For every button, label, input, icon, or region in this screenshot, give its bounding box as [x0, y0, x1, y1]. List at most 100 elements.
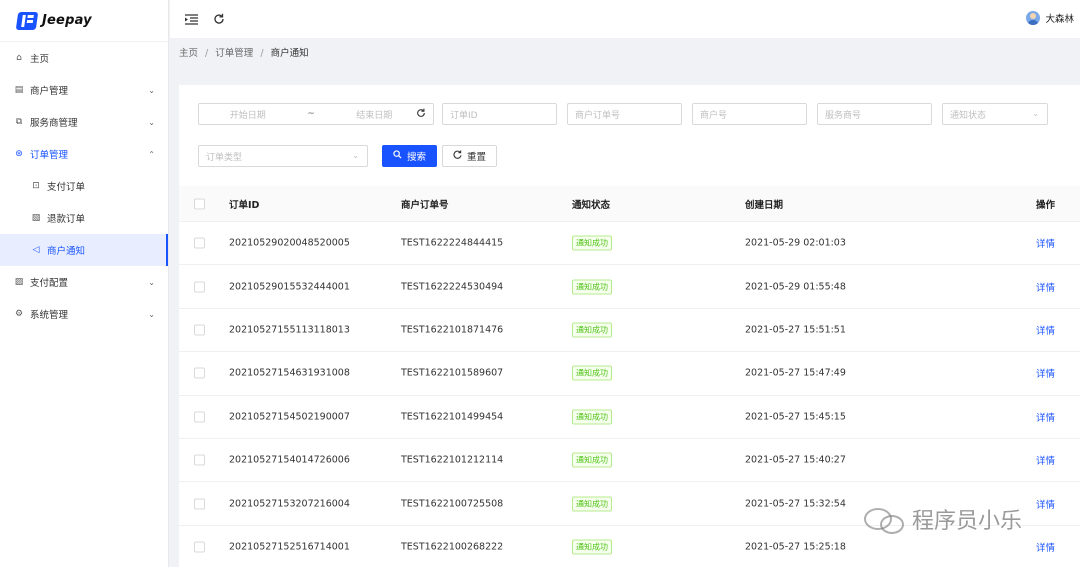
- row-checkbox[interactable]: [194, 541, 205, 553]
- detail-link[interactable]: 详情: [1036, 497, 1055, 511]
- sidebar-item-label: 支付订单: [47, 182, 86, 193]
- sidebar-item-merchant[interactable]: ▤ 商户管理 ⌄: [0, 74, 168, 106]
- search-button[interactable]: 搜索: [382, 145, 437, 167]
- avatar: [1026, 11, 1041, 25]
- cell-order-id: 20210527154631931008: [229, 367, 350, 379]
- search-icon: [393, 150, 402, 162]
- status-badge: 通知成功: [572, 279, 612, 295]
- row-checkbox[interactable]: [194, 411, 205, 423]
- sidebar-item-merchant-notify[interactable]: ◁ 商户通知: [0, 234, 168, 266]
- breadcrumb-home[interactable]: 主页: [179, 48, 198, 59]
- breadcrumb-current: 商户通知: [270, 48, 309, 59]
- cell-created: 2021-05-27 15:45:15: [745, 411, 846, 423]
- row-checkbox[interactable]: [194, 454, 205, 466]
- row-checkbox[interactable]: [194, 237, 205, 249]
- order-type-select[interactable]: 订单类型 ⌄: [198, 145, 368, 167]
- topbar: 大森林: [170, 0, 1080, 38]
- mch-no-input[interactable]: 商户号: [692, 103, 807, 125]
- refresh-icon[interactable]: [212, 12, 226, 26]
- chevron-up-icon: ⌃: [148, 149, 155, 159]
- header-mch-order-no: 商户订单号: [401, 199, 449, 211]
- cell-mch-order-no: TEST1622224530494: [401, 281, 504, 293]
- sidebar-item-label: 支付配置: [30, 278, 69, 289]
- sidebar-item-pay-config[interactable]: ▨ 支付配置 ⌄: [0, 266, 168, 298]
- detail-link[interactable]: 详情: [1036, 280, 1055, 294]
- cell-created: 2021-05-27 15:40:27: [745, 454, 846, 466]
- sidebar-item-refund-orders[interactable]: ▧ 退款订单: [0, 202, 168, 234]
- sidebar-item-orders[interactable]: ⊛ 订单管理 ⌃: [0, 138, 168, 170]
- cell-mch-order-no: TEST1622101499454: [401, 411, 504, 423]
- isv-no-input[interactable]: 服务商号: [817, 103, 932, 125]
- cell-order-id: 20210527154014726006: [229, 454, 350, 466]
- provider-icon: ⧉: [15, 117, 23, 127]
- breadcrumb-section[interactable]: 订单管理: [215, 48, 253, 59]
- sidebar-item-system[interactable]: ⚙ 系统管理 ⌄: [0, 298, 168, 330]
- sidebar: Jeepay ⌂ 主页 ▤ 商户管理 ⌄ ⧉ 服务商管理 ⌄ ⊛ 订单管理 ⌃ …: [0, 0, 169, 567]
- breadcrumb-separator: /: [205, 48, 209, 59]
- row-checkbox[interactable]: [194, 281, 205, 293]
- sidebar-item-provider[interactable]: ⧉ 服务商管理 ⌄: [0, 106, 168, 138]
- sidebar-item-label: 商户通知: [47, 246, 86, 257]
- notify-state-placeholder: 通知状态: [950, 110, 987, 121]
- cell-created: 2021-05-27 15:32:54: [745, 498, 846, 510]
- select-all-checkbox[interactable]: [194, 198, 205, 209]
- merchant-icon: ▤: [14, 85, 24, 95]
- chevron-down-icon: ⌄: [148, 117, 155, 127]
- order-id-input[interactable]: 订单ID: [442, 103, 557, 125]
- detail-link[interactable]: 详情: [1036, 540, 1055, 554]
- detail-link[interactable]: 详情: [1036, 366, 1055, 380]
- chevron-down-icon: ⌄: [148, 277, 155, 287]
- row-checkbox[interactable]: [194, 324, 205, 336]
- chevron-down-icon: ⌄: [352, 151, 359, 160]
- mch-order-no-input[interactable]: 商户订单号: [567, 103, 682, 125]
- refresh-icon[interactable]: [416, 108, 426, 121]
- refund-order-icon: ▧: [31, 213, 41, 223]
- detail-link[interactable]: 详情: [1036, 323, 1055, 337]
- app-logo[interactable]: Jeepay: [0, 0, 168, 42]
- cell-created: 2021-05-29 02:01:03: [745, 237, 846, 249]
- user-menu[interactable]: 大森林: [1026, 11, 1074, 25]
- cell-order-id: 20210527153207216004: [229, 498, 350, 510]
- order-type-placeholder: 订单类型: [206, 152, 243, 163]
- status-badge: 通知成功: [572, 365, 612, 381]
- row-checkbox[interactable]: [194, 498, 205, 510]
- cell-created: 2021-05-27 15:51:51: [745, 324, 846, 336]
- chevron-down-icon: ⌄: [1032, 109, 1039, 118]
- date-range-separator: ~: [307, 109, 315, 119]
- cell-created: 2021-05-27 15:25:18: [745, 541, 846, 553]
- header-state: 通知状态: [572, 199, 611, 211]
- detail-link[interactable]: 详情: [1036, 453, 1055, 467]
- chevron-down-icon: ⌄: [148, 85, 155, 95]
- table-row: 20210529015532444001 TEST1622224530494 通知成…: [179, 265, 1080, 309]
- watermark-text: 程序员小乐: [912, 509, 1023, 534]
- menu-fold-icon[interactable]: [184, 12, 198, 26]
- end-date-input[interactable]: 结束日期: [356, 108, 392, 121]
- sidebar-item-pay-orders[interactable]: ⊡ 支付订单: [0, 170, 168, 202]
- sidebar-item-label: 退款订单: [47, 214, 86, 225]
- status-badge: 通知成功: [572, 409, 612, 425]
- table-row: 20210527154502190007 TEST1622101499454 通知成…: [179, 396, 1080, 439]
- status-badge: 通知成功: [572, 235, 612, 251]
- sidebar-item-label: 主页: [30, 54, 50, 65]
- reset-button-label: 重置: [466, 152, 486, 163]
- table-row: 20210529020048520005 TEST1622224844415 通知成…: [179, 222, 1080, 266]
- pay-config-icon: ▨: [14, 277, 24, 287]
- header-action: 操作: [1036, 199, 1056, 211]
- date-range-picker[interactable]: 开始日期 ~ 结束日期: [198, 103, 434, 125]
- table-header: 订单ID 商户订单号 通知状态 创建日期 操作: [179, 186, 1080, 222]
- cell-mch-order-no: TEST1622224844415: [401, 237, 504, 249]
- cell-order-id: 20210527155113118013: [229, 324, 350, 336]
- table-row: 20210527154631931008 TEST1622101589607 通知成…: [179, 352, 1080, 396]
- sidebar-item-label: 服务商管理: [30, 118, 78, 129]
- detail-link[interactable]: 详情: [1036, 236, 1055, 250]
- sidebar-item-home[interactable]: ⌂ 主页: [0, 42, 168, 74]
- reset-button[interactable]: 重置: [442, 145, 497, 167]
- home-icon: ⌂: [16, 53, 22, 63]
- notify-state-select[interactable]: 通知状态 ⌄: [942, 103, 1048, 125]
- cell-mch-order-no: TEST1622101871476: [401, 324, 504, 336]
- detail-link[interactable]: 详情: [1036, 410, 1055, 424]
- row-checkbox[interactable]: [194, 367, 205, 379]
- start-date-input[interactable]: 开始日期: [230, 108, 266, 121]
- breadcrumb-separator: /: [260, 48, 264, 59]
- cell-mch-order-no: TEST1622100725508: [401, 498, 504, 510]
